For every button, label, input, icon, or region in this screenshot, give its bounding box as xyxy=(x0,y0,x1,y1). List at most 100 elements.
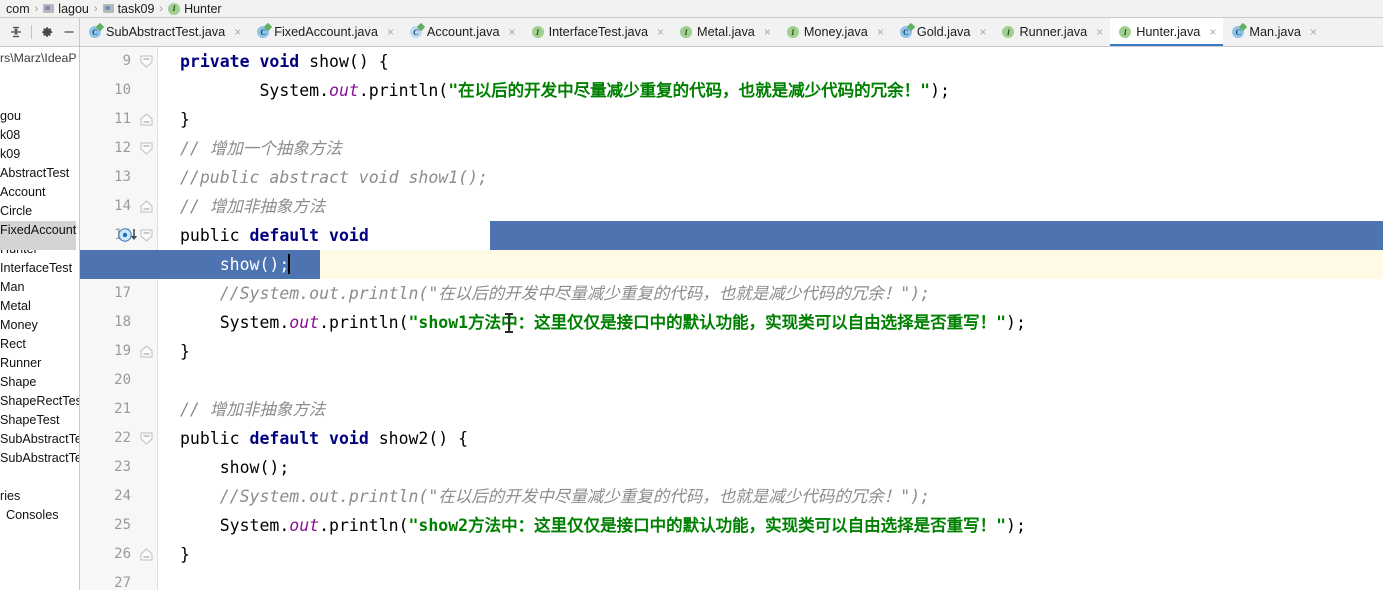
breadcrumb-item-com[interactable]: com xyxy=(6,2,30,16)
code-line-13[interactable]: //public abstract void show1(); xyxy=(158,163,1383,192)
list-item[interactable] xyxy=(0,468,79,487)
code-line-18[interactable]: System.out.println("show1方法中：这里仅仅是接口中的默认… xyxy=(158,308,1383,337)
breadcrumb-item-hunter[interactable]: I Hunter xyxy=(168,2,222,16)
line-content: private void show() { xyxy=(158,47,389,76)
code-line-19[interactable]: } xyxy=(158,337,1383,366)
fold-end-icon[interactable] xyxy=(140,55,153,68)
close-icon[interactable]: × xyxy=(1310,26,1317,38)
line-content: show(); xyxy=(158,250,291,279)
code-line-16[interactable]: show(); xyxy=(80,250,1383,279)
code-line-10[interactable]: System.out.println("在以后的开发中尽量减少重复的代码，也就是… xyxy=(158,76,1383,105)
list-item[interactable]: k08 xyxy=(0,126,79,145)
close-icon[interactable]: × xyxy=(979,26,986,38)
close-icon[interactable]: × xyxy=(877,26,884,38)
list-item[interactable]: SubAbstractTe xyxy=(0,430,79,449)
class-icon: C xyxy=(257,26,270,38)
close-icon[interactable]: × xyxy=(387,26,394,38)
line-content: //public abstract void show1(); xyxy=(158,163,488,192)
code-line-22[interactable]: public default void show2() { xyxy=(158,424,1383,453)
fold-end-icon[interactable] xyxy=(140,432,153,445)
list-item[interactable]: AbstractTest xyxy=(0,164,79,183)
fold-start-icon[interactable] xyxy=(140,548,153,561)
line-content: // 增加一个抽象方法 xyxy=(158,134,342,163)
tab-Gold[interactable]: C Gold.java × xyxy=(890,18,994,46)
tab-Account[interactable]: C Account.java × xyxy=(400,18,523,46)
list-item-selected[interactable]: FixedAccount xyxy=(0,221,77,250)
fold-start-icon[interactable] xyxy=(140,200,153,213)
list-item[interactable] xyxy=(0,88,79,107)
code-line-12[interactable]: // 增加一个抽象方法 xyxy=(158,134,1383,163)
fold-start-icon[interactable] xyxy=(140,113,153,126)
list-item[interactable]: InterfaceTest xyxy=(0,259,79,278)
tab-label: InterfaceTest.java xyxy=(548,25,648,39)
code-line-14[interactable]: // 增加非抽象方法 xyxy=(158,192,1383,221)
breadcrumb-item-task09[interactable]: task09 xyxy=(102,2,154,16)
code-line-20[interactable] xyxy=(158,366,1383,395)
token-selected-text: show(); xyxy=(180,255,290,274)
list-item[interactable] xyxy=(0,69,79,88)
gutter-row: 19 xyxy=(80,337,157,366)
tab-InterfaceTest[interactable]: I InterfaceTest.java × xyxy=(522,18,672,46)
list-item[interactable]: Rect xyxy=(0,335,79,354)
fold-end-icon[interactable] xyxy=(140,229,153,242)
code-line-21[interactable]: // 增加非抽象方法 xyxy=(158,395,1383,424)
list-item[interactable]: SubAbstractTe xyxy=(0,449,79,468)
close-icon[interactable]: × xyxy=(1209,26,1216,38)
tab-FixedAccount[interactable]: C FixedAccount.java × xyxy=(248,18,401,46)
list-item[interactable]: ShapeRectTest xyxy=(0,392,79,411)
list-item[interactable]: Account xyxy=(0,183,79,202)
list-item[interactable]: Shape xyxy=(0,373,79,392)
list-item[interactable]: ShapeTest xyxy=(0,411,79,430)
code-line-26[interactable]: } xyxy=(158,540,1383,569)
tab-Man[interactable]: C Man.java × xyxy=(1223,18,1324,46)
tab-Money[interactable]: I Money.java × xyxy=(777,18,891,46)
code-line-27[interactable] xyxy=(158,569,1383,590)
code-editor[interactable]: 9 10 11 12 13 14 17 18 19 20 21 22 23 24… xyxy=(80,47,1383,590)
list-item[interactable]: Man xyxy=(0,278,79,297)
list-item[interactable]: Circle xyxy=(0,202,79,221)
list-item[interactable]: Consoles xyxy=(0,506,79,525)
close-icon[interactable]: × xyxy=(234,26,241,38)
collapse-all-icon[interactable] xyxy=(6,22,26,42)
tab-Runner[interactable]: I Runner.java × xyxy=(993,18,1111,46)
breadcrumb-item-lagou[interactable]: lagou xyxy=(43,2,89,16)
list-item[interactable]: k09 xyxy=(0,145,79,164)
close-icon[interactable]: × xyxy=(764,26,771,38)
code-line-17[interactable]: //System.out.println("在以后的开发中尽量减少重复的代码，也… xyxy=(158,279,1383,308)
tab-Metal[interactable]: I Metal.java × xyxy=(671,18,778,46)
code-line-23[interactable]: show(); xyxy=(158,453,1383,482)
gutter-row: 26 xyxy=(80,540,157,569)
list-item[interactable]: gou xyxy=(0,107,79,126)
minimize-icon[interactable] xyxy=(59,22,79,42)
close-icon[interactable]: × xyxy=(509,26,516,38)
close-icon[interactable]: × xyxy=(657,26,664,38)
token-identifier: show() { xyxy=(299,52,389,71)
tab-label: SubAbstractTest.java xyxy=(106,25,226,39)
tab-label: Gold.java xyxy=(916,25,971,39)
tab-label: Man.java xyxy=(1249,25,1301,39)
list-item[interactable]: Runner xyxy=(0,354,79,373)
code-line-15[interactable]: public default void show1() { xyxy=(158,221,1383,250)
editor-text-area[interactable]: private void show() { System.out.println… xyxy=(80,47,1383,590)
project-sidebar[interactable]: rs\Marz\IdeaP gou k08 k09 AbstractTest A… xyxy=(0,47,80,590)
list-item[interactable]: Metal xyxy=(0,297,79,316)
editor-tab-bar[interactable]: C SubAbstractTest.java × C FixedAccount.… xyxy=(80,18,1383,47)
tab-Hunter[interactable]: I Hunter.java × xyxy=(1110,18,1224,46)
editor-gutter[interactable]: 9 10 11 12 13 14 17 18 19 20 21 22 23 24… xyxy=(80,47,158,590)
line-number: 10 xyxy=(114,82,131,98)
fold-start-icon[interactable] xyxy=(140,345,153,358)
fold-end-icon[interactable] xyxy=(140,142,153,155)
code-line-24[interactable]: //System.out.println("在以后的开发中尽量减少重复的代码，也… xyxy=(158,482,1383,511)
tab-label: Runner.java xyxy=(1019,25,1088,39)
list-item[interactable]: ries xyxy=(0,487,79,506)
tab-SubAbstractTest[interactable]: C SubAbstractTest.java × xyxy=(80,18,249,46)
list-item[interactable]: Money xyxy=(0,316,79,335)
token-field: out xyxy=(329,81,359,100)
code-line-9[interactable]: private void show() { xyxy=(158,47,1383,76)
code-line-25[interactable]: System.out.println("show2方法中：这里仅仅是接口中的默认… xyxy=(158,511,1383,540)
gear-icon[interactable] xyxy=(37,22,57,42)
line-content: //System.out.println("在以后的开发中尽量减少重复的代码，也… xyxy=(158,279,930,308)
sidebar-file-list[interactable]: gou k08 k09 AbstractTest Account Circle … xyxy=(0,69,79,525)
close-icon[interactable]: × xyxy=(1096,26,1103,38)
code-line-11[interactable]: } xyxy=(158,105,1383,134)
